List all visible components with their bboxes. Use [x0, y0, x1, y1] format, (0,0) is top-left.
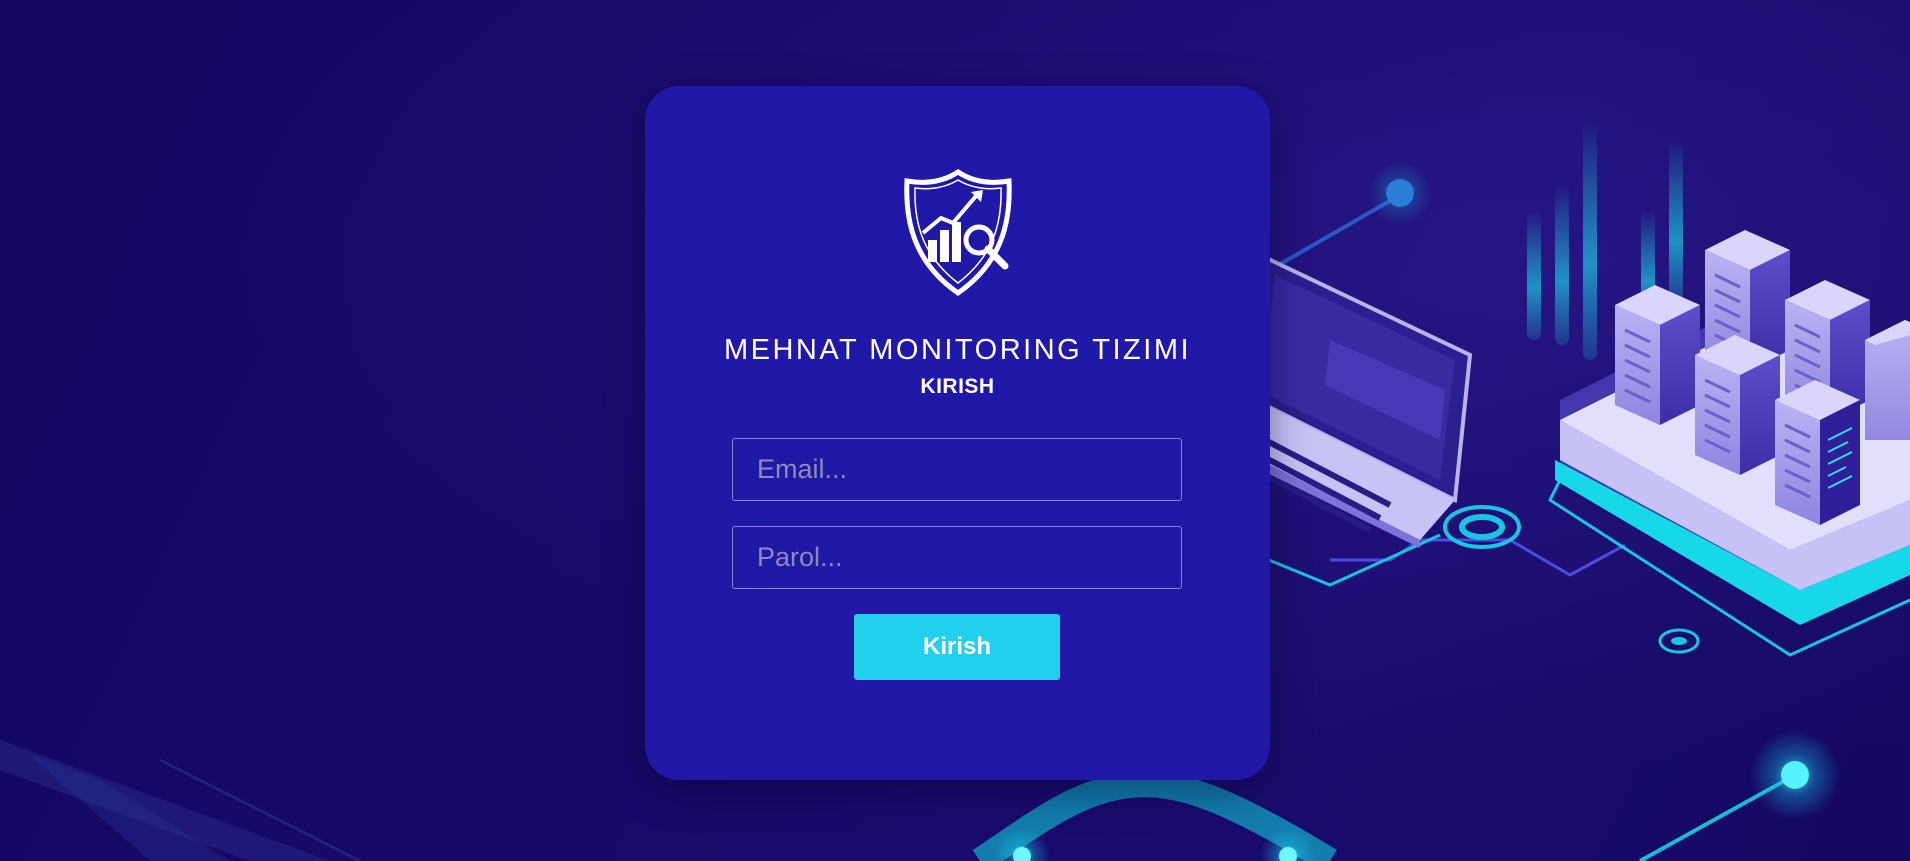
password-input[interactable]	[732, 526, 1182, 589]
page-subtitle: KIRISH	[920, 375, 995, 398]
shield-chart-magnifier-icon	[904, 168, 1012, 297]
login-card: MEHNAT MONITORING TIZIMI KIRISH Kirish	[645, 86, 1270, 780]
email-input[interactable]	[732, 438, 1182, 501]
login-screen: MEHNAT MONITORING TIZIMI KIRISH Kirish	[0, 0, 1910, 861]
login-button[interactable]: Kirish	[854, 614, 1060, 680]
page-title: MEHNAT MONITORING TIZIMI	[723, 334, 1192, 366]
